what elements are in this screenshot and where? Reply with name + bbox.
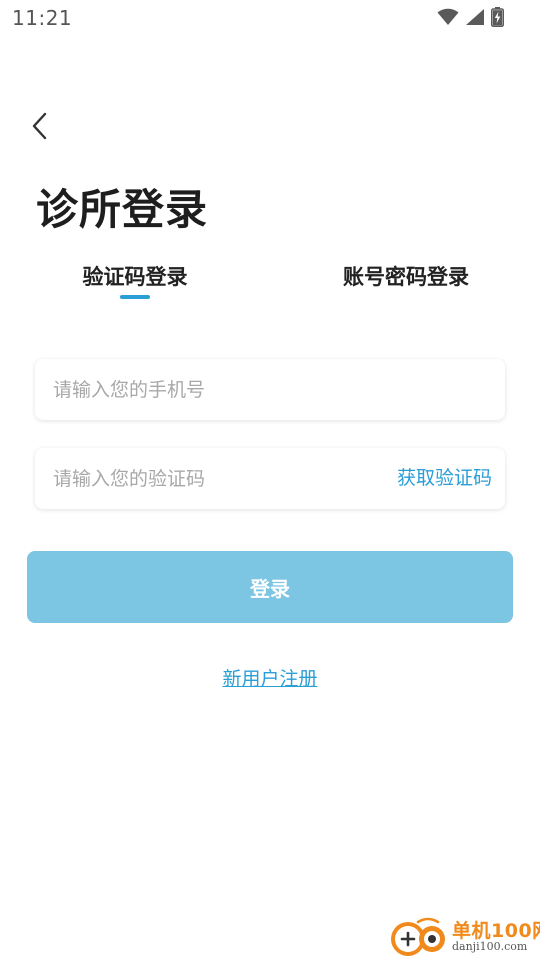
status-bar: 11:21 (0, 0, 540, 36)
tab-password-login[interactable]: 账号密码登录 (342, 262, 470, 302)
login-screen: 11:21 诊所登录 验证码登录 账号密码登录 请输入您的手机号 请输入您的验证… (0, 0, 540, 960)
back-button[interactable] (22, 110, 58, 146)
watermark-logo: 单机100网 danji100.com (388, 914, 540, 960)
active-tab-indicator (120, 295, 150, 299)
battery-charging-icon (491, 7, 504, 27)
code-field: 获取验证码 (35, 448, 505, 509)
status-icons (437, 7, 504, 27)
login-button[interactable]: 登录 (27, 551, 513, 623)
wifi-icon (437, 8, 459, 26)
phone-field (35, 359, 505, 420)
page-title: 诊所登录 (36, 185, 209, 234)
watermark-url: danji100.com (452, 940, 528, 953)
code-input[interactable] (53, 448, 373, 509)
status-time: 11:21 (12, 6, 73, 30)
phone-input[interactable] (53, 359, 483, 420)
cell-signal-icon (465, 8, 485, 26)
watermark-mark-icon (391, 917, 445, 956)
register-link-row: 新用户注册 (0, 664, 540, 694)
watermark-title: 单机100网 (452, 920, 540, 942)
register-link[interactable]: 新用户注册 (222, 668, 317, 690)
chevron-left-icon (30, 111, 50, 145)
get-code-button[interactable]: 获取验证码 (397, 448, 492, 509)
